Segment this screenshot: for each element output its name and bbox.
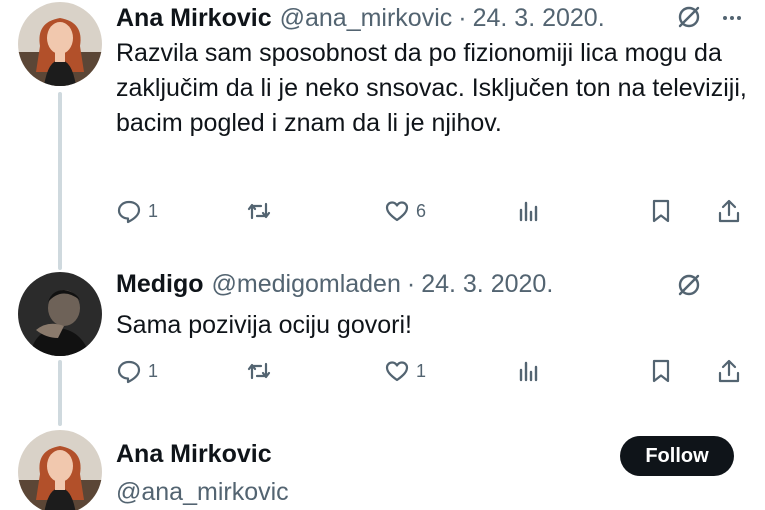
views-button[interactable] <box>516 356 542 386</box>
reply-count: 1 <box>148 200 159 221</box>
repost-icon <box>247 202 271 220</box>
tweet-text: Sama pozivija ociju govori! <box>116 311 412 339</box>
avatar[interactable] <box>18 272 102 356</box>
profile-name[interactable]: Ana Mirkovic <box>116 440 272 469</box>
share-icon <box>718 359 740 383</box>
bookmark-button[interactable] <box>648 356 674 386</box>
more-icon[interactable] <box>720 6 744 30</box>
like-count: 6 <box>416 200 427 221</box>
views-icon <box>519 361 538 382</box>
repost-button[interactable] <box>246 196 278 226</box>
share-button[interactable] <box>716 356 742 386</box>
separator-dot: · <box>458 4 467 32</box>
like-icon <box>385 201 409 222</box>
share-icon <box>718 199 740 223</box>
bookmark-icon <box>652 359 670 383</box>
share-button[interactable] <box>716 196 742 226</box>
bookmark-icon <box>652 199 670 223</box>
views-icon <box>519 201 538 222</box>
avatar[interactable] <box>18 430 102 510</box>
reply-icon <box>117 200 141 224</box>
separator-dot: · <box>406 270 416 298</box>
tweet-actions: 1 1 <box>116 356 746 386</box>
thread-line <box>58 360 62 426</box>
like-count: 1 <box>416 360 427 381</box>
grok-icon[interactable] <box>676 4 702 30</box>
repost-button[interactable] <box>246 356 278 386</box>
thread-line <box>58 92 62 270</box>
repost-icon <box>247 362 271 380</box>
reply-button[interactable]: 1 <box>116 356 158 386</box>
tweet-date[interactable]: 24. 3. 2020. <box>421 270 553 299</box>
profile-handle[interactable]: @ana_mirkovic <box>116 478 289 507</box>
views-button[interactable] <box>516 196 542 226</box>
author-handle[interactable]: @medigomladen <box>212 270 401 299</box>
author-handle[interactable]: @ana_mirkovic <box>280 4 453 33</box>
tweet-header: Medigo @medigomladen · 24. 3. 2020. <box>116 270 553 299</box>
tweet-actions: 1 6 <box>116 196 746 226</box>
reply-count: 1 <box>148 360 159 381</box>
follow-button[interactable]: Follow <box>620 436 734 476</box>
avatar[interactable] <box>18 2 102 86</box>
like-button[interactable]: 6 <box>384 196 426 226</box>
author-name[interactable]: Ana Mirkovic <box>116 4 272 33</box>
tweet-text: Razvila sam sposobnost da po fizionomiji… <box>116 39 747 137</box>
reply-button[interactable]: 1 <box>116 196 158 226</box>
grok-icon[interactable] <box>676 272 702 298</box>
tweet-header: Ana Mirkovic @ana_mirkovic · 24. 3. 2020… <box>116 4 605 33</box>
author-name[interactable]: Medigo <box>116 270 204 299</box>
tweet-date[interactable]: 24. 3. 2020. <box>473 4 605 33</box>
reply-icon <box>117 360 141 384</box>
bookmark-button[interactable] <box>648 196 674 226</box>
like-icon <box>385 361 409 382</box>
like-button[interactable]: 1 <box>384 356 426 386</box>
